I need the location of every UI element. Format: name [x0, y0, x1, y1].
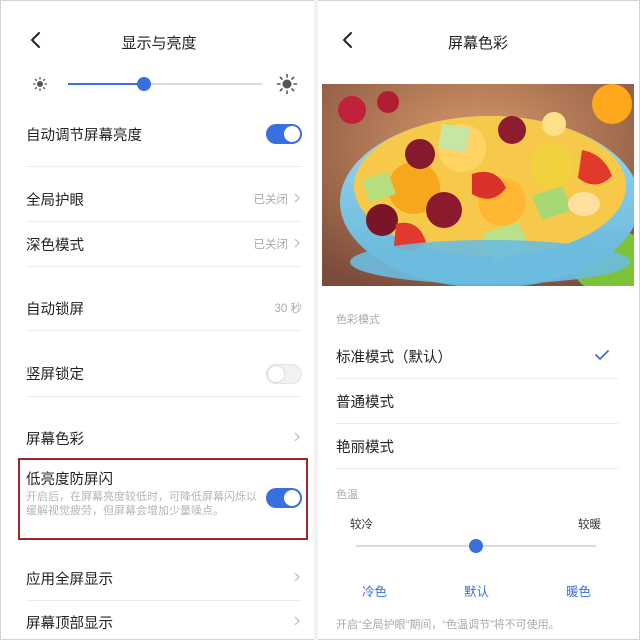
top-display-row[interactable]: 屏幕顶部显示 [26, 600, 302, 634]
full-screen-apps-row[interactable]: 应用全屏显示 [26, 556, 302, 600]
chevron-right-icon [292, 429, 302, 445]
mode-standard-row[interactable]: 标准模式（默认） [336, 334, 618, 378]
screen-color-label: 屏幕色彩 [26, 432, 84, 448]
full-screen-apps-label: 应用全屏显示 [26, 572, 113, 588]
color-temp-slider[interactable] [356, 539, 596, 553]
color-preview-image [322, 84, 634, 286]
chevron-right-icon [292, 569, 302, 585]
auto-brightness-row[interactable]: 自动调节屏幕亮度 [26, 112, 302, 156]
toggle-knob [284, 126, 300, 142]
auto-brightness-label: 自动调节屏幕亮度 [26, 128, 142, 144]
color-temp-section-label: 色温 [336, 489, 358, 501]
brightness-slider-fill [68, 83, 144, 85]
sun-small-icon [32, 76, 48, 92]
divider [336, 468, 618, 469]
eye-care-row[interactable]: 全局护眼 已关闭 [26, 177, 302, 221]
temp-warm-button[interactable]: 暖色 [566, 581, 591, 600]
divider [26, 330, 302, 331]
portrait-lock-label: 竖屏锁定 [26, 367, 84, 383]
dark-mode-status: 已关闭 [253, 239, 289, 251]
eye-care-label: 全局护眼 [26, 193, 84, 209]
anti-flicker-toggle[interactable] [266, 488, 302, 508]
display-brightness-panel: 显示与亮度 自动调节屏幕亮度 全局护眼 已关闭 深色模式 已关闭 自动锁屏 30… [8, 8, 310, 634]
mode-normal-label: 普通模式 [336, 395, 394, 411]
dark-mode-label: 深色模式 [26, 238, 84, 254]
color-temp-slider-thumb[interactable] [469, 539, 483, 553]
temp-default-button[interactable]: 默认 [464, 581, 489, 600]
mode-vivid-label: 艳丽模式 [336, 440, 394, 456]
mode-normal-row[interactable]: 普通模式 [336, 379, 618, 423]
screen-color-row[interactable]: 屏幕色彩 [26, 416, 302, 460]
portrait-lock-toggle[interactable] [266, 364, 302, 384]
temp-warm-label: 较暖 [578, 519, 601, 531]
divider [26, 266, 302, 267]
dark-mode-row[interactable]: 深色模式 已关闭 [26, 222, 302, 266]
auto-lock-row[interactable]: 自动锁屏 30 秒 [26, 286, 302, 330]
chevron-right-icon [292, 613, 302, 629]
eye-care-footnote: 开启“全局护眼”期间，“色温调节”将不可使用。 [336, 619, 560, 631]
eye-care-status: 已关闭 [253, 194, 289, 206]
anti-flicker-label: 低亮度防屏闪 [26, 472, 113, 488]
top-display-label: 屏幕顶部显示 [26, 616, 113, 632]
navbar: 屏幕色彩 [322, 8, 634, 72]
temp-cool-button[interactable]: 冷色 [362, 581, 387, 600]
mode-vivid-row[interactable]: 艳丽模式 [336, 424, 618, 468]
page-title: 显示与亮度 [121, 35, 197, 52]
brightness-slider[interactable] [68, 77, 262, 91]
toggle-knob [284, 490, 300, 506]
anti-flicker-description: 开启后，在屏幕亮度较低时，可降低屏幕闪烁以缓解视觉疲劳，但屏幕会增加少量噪点。 [26, 491, 257, 517]
navbar: 显示与亮度 [8, 8, 310, 72]
mode-standard-label: 标准模式（默认） [336, 350, 452, 366]
brightness-slider-thumb[interactable] [136, 77, 151, 91]
auto-lock-label: 自动锁屏 [26, 302, 84, 318]
divider [26, 396, 302, 397]
sun-large-icon [276, 73, 298, 95]
color-mode-section-label: 色彩模式 [336, 314, 380, 326]
auto-lock-value: 30 秒 [274, 303, 303, 315]
auto-brightness-toggle[interactable] [266, 124, 302, 144]
divider [26, 166, 302, 167]
chevron-right-icon [292, 190, 302, 206]
screen-color-panel: 屏幕色彩 色彩模式 标准模式（默认） 普通模式 艳丽模式 色温 较冷 较暖 冷色… [322, 8, 634, 634]
page-title: 屏幕色彩 [447, 35, 508, 52]
panel-divider [314, 0, 318, 640]
temp-cool-label: 较冷 [350, 519, 373, 531]
chevron-right-icon [292, 235, 302, 251]
portrait-lock-row[interactable]: 竖屏锁定 [26, 351, 302, 395]
checkmark-icon [594, 348, 610, 362]
toggle-knob [268, 366, 284, 382]
